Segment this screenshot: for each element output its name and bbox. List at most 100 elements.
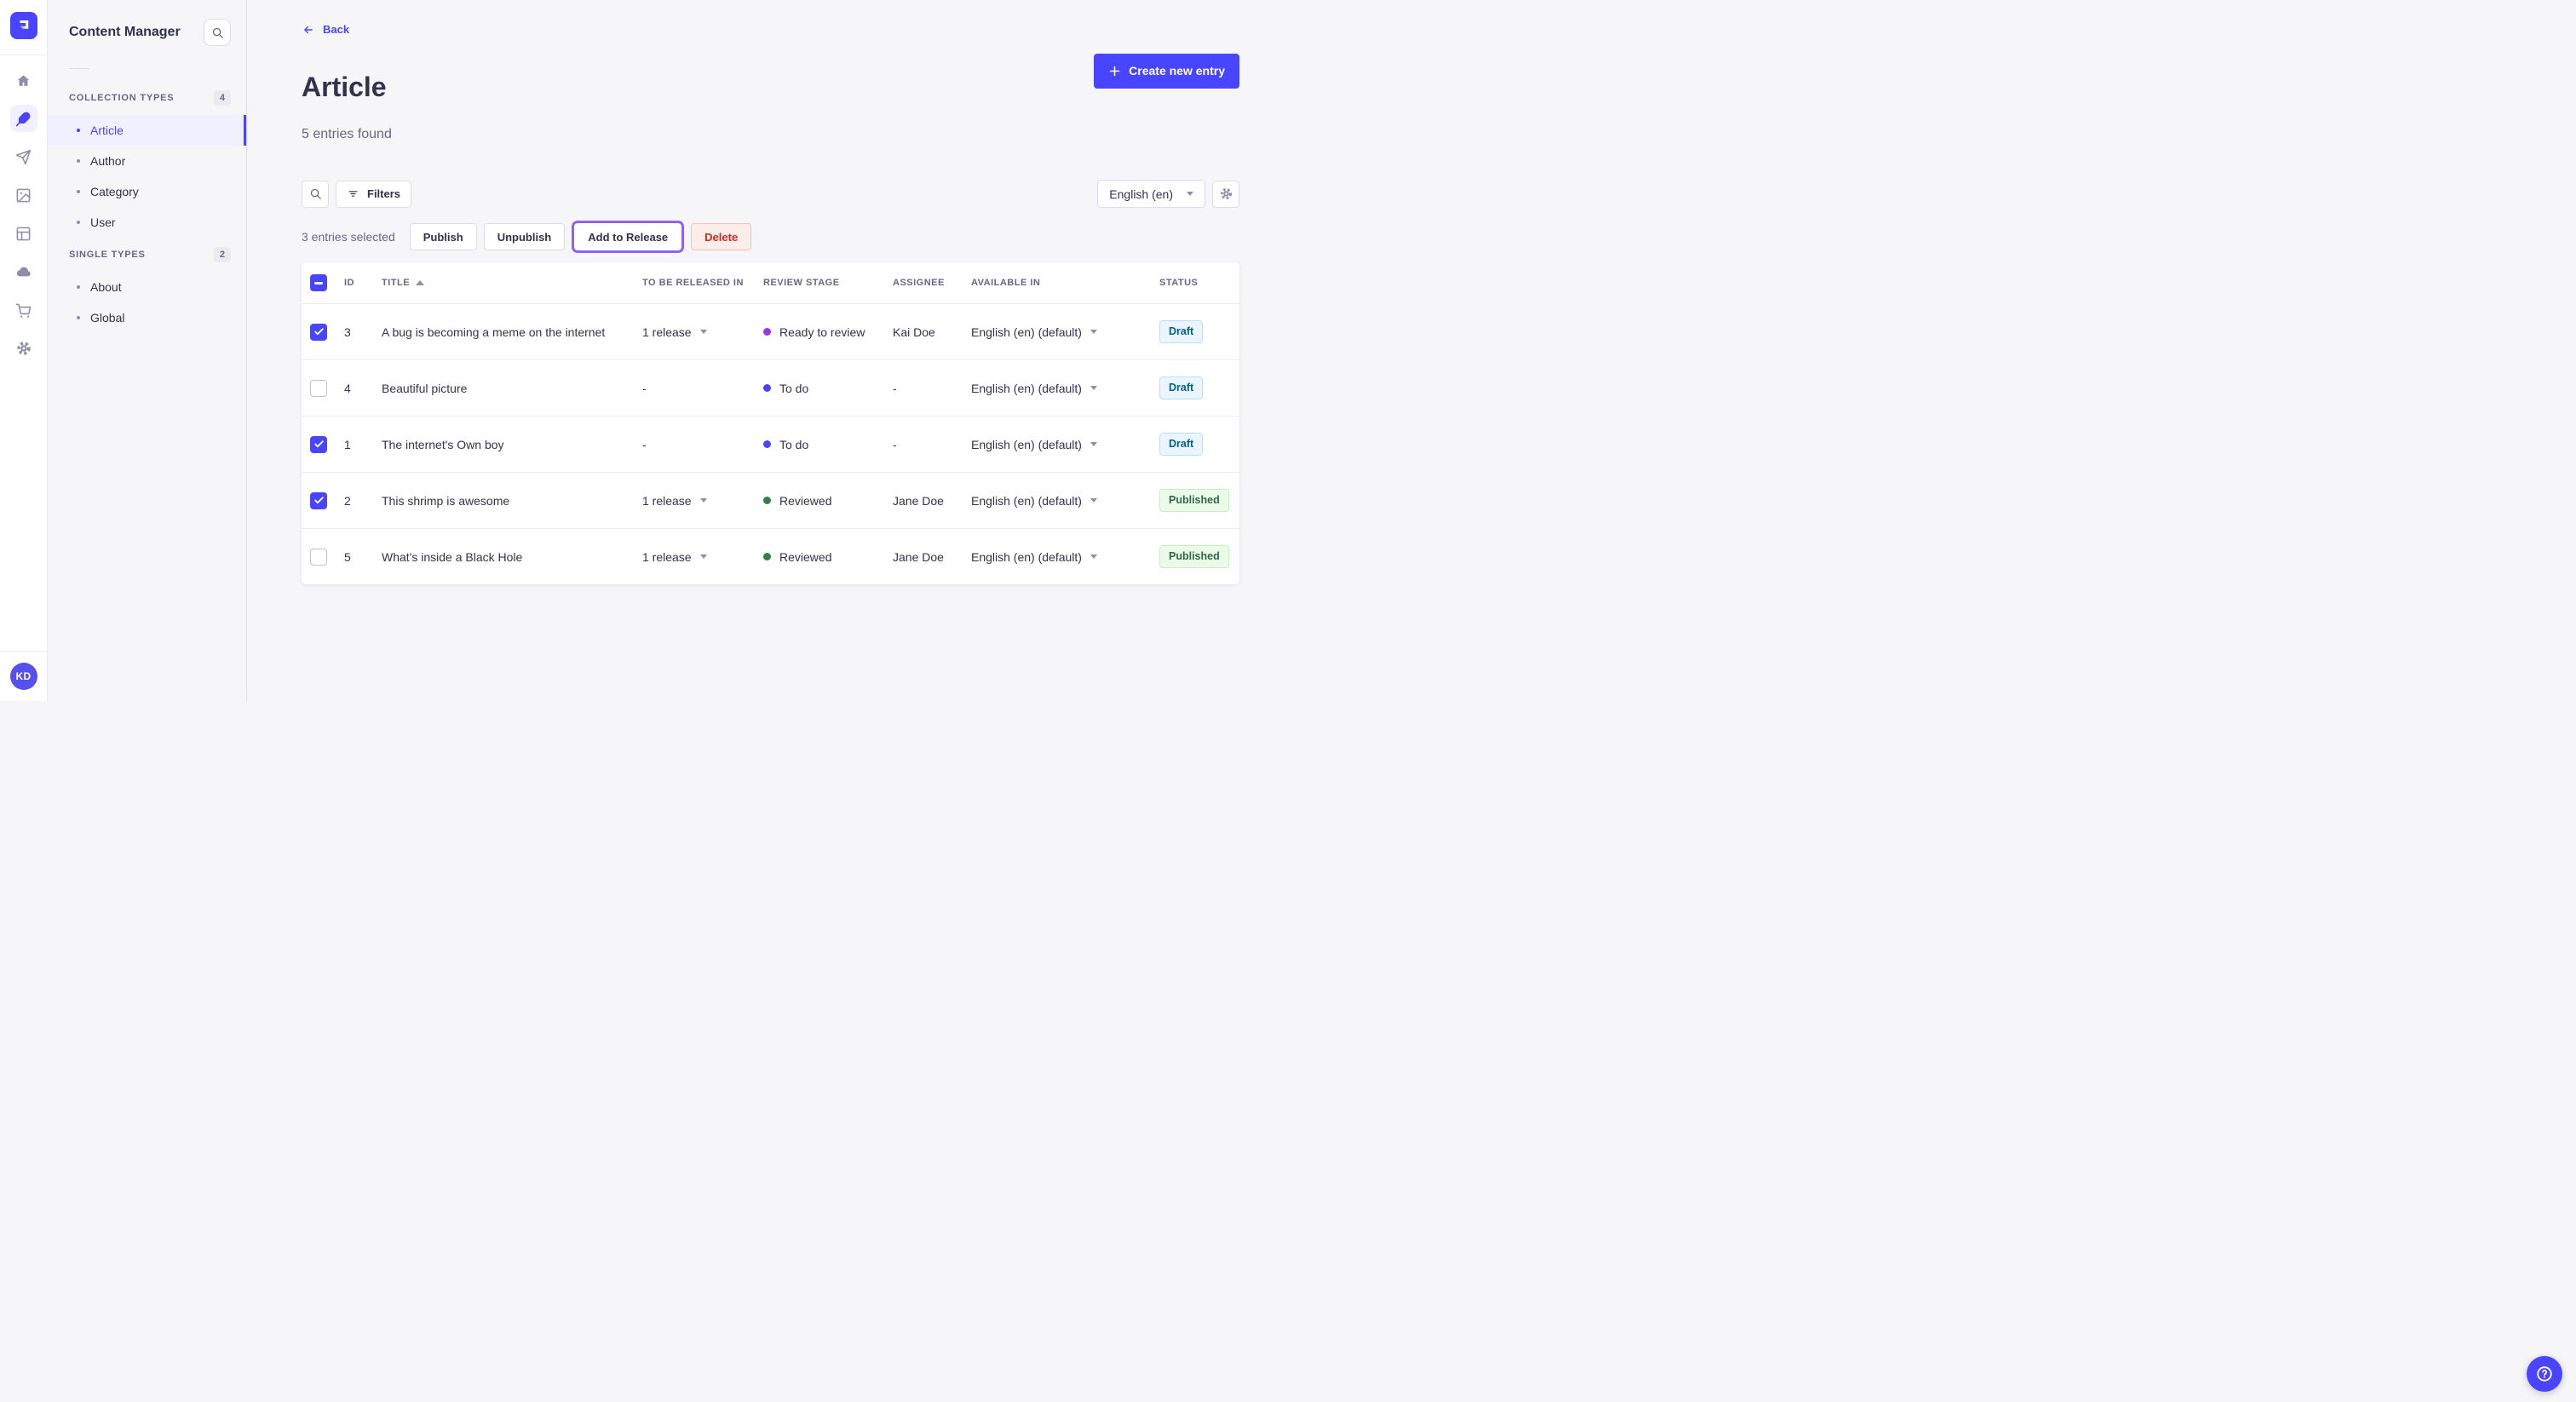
cell-status: Published (1159, 489, 1239, 513)
cell-status: Draft (1159, 376, 1239, 400)
cell-available-in[interactable]: English (en) (default) (971, 325, 1159, 339)
row-checkbox[interactable] (310, 435, 327, 453)
select-all-checkbox[interactable] (310, 274, 327, 292)
sidebar-section-header[interactable]: COLLECTION TYPES 4 (69, 81, 231, 115)
sidebar-item-user[interactable]: User (48, 207, 246, 238)
sidebar-section-count-badge: 2 (213, 247, 231, 262)
cell-release[interactable]: 1 release (642, 550, 763, 564)
stage-dot-icon (763, 440, 771, 449)
sidebar-section: SINGLE TYPES 2 About Global (69, 238, 231, 333)
chevron-down-icon (699, 330, 707, 335)
table-header-row: ID TITLE TO BE RELEASED IN REVIEW STAGE … (302, 262, 1239, 303)
cell-available-in[interactable]: English (en) (default) (971, 494, 1159, 508)
sidebar-item-label: User (90, 215, 116, 229)
stage-dot-icon (763, 384, 771, 393)
sidebar-section-header[interactable]: SINGLE TYPES 2 (69, 238, 231, 272)
cell-title[interactable]: The internet's Own boy (382, 438, 642, 451)
sidebar-item-global[interactable]: Global (48, 302, 246, 333)
deploy-icon[interactable] (10, 258, 37, 285)
bullet-icon (77, 129, 80, 132)
table-row: 2 This shrimp is awesome 1 release Reviewed… (302, 472, 1239, 528)
row-checkbox[interactable] (310, 548, 327, 566)
list-settings-button[interactable] (1212, 180, 1239, 208)
cell-release[interactable]: 1 release (642, 494, 763, 508)
sidebar-title: Content Manager (69, 25, 181, 39)
bullet-icon (77, 159, 80, 163)
gear-icon (1220, 188, 1232, 200)
publish-button[interactable]: Publish (409, 223, 477, 251)
sidebar-section-count-badge: 4 (213, 90, 231, 106)
bullet-icon (77, 190, 80, 193)
strapi-logo[interactable] (9, 12, 37, 39)
add-to-release-button[interactable]: Add to Release (574, 223, 682, 251)
create-new-entry-button[interactable]: Create new entry (1094, 53, 1239, 89)
sidebar-item-category[interactable]: Category (48, 176, 246, 207)
sort-ascending-icon (416, 280, 425, 286)
unpublish-button[interactable]: Unpublish (483, 223, 566, 251)
stage-label: Ready to review (779, 325, 865, 339)
release-value: - (642, 381, 647, 395)
filters-button[interactable]: Filters (336, 180, 412, 208)
marketplace-icon[interactable] (10, 296, 37, 324)
cell-title[interactable]: A bug is becoming a meme on the internet (382, 325, 642, 339)
cell-available-in[interactable]: English (en) (default) (971, 382, 1159, 395)
stage-label: Reviewed (779, 549, 832, 564)
cell-title[interactable]: What's inside a Black Hole (382, 550, 642, 564)
entries-count-subtitle: 5 entries found (302, 127, 392, 142)
cell-release: - (642, 438, 763, 451)
cell-id: 1 (344, 437, 351, 451)
cell-available-in[interactable]: English (en) (default) (971, 438, 1159, 451)
cell-assignee: Jane Doe (893, 549, 944, 564)
selection-count-text: 3 entries selected (302, 230, 395, 244)
help-button[interactable] (2527, 1356, 2562, 1392)
media-library-icon[interactable] (10, 181, 37, 209)
settings-icon[interactable] (10, 335, 37, 362)
releases-icon[interactable] (10, 143, 37, 170)
sidebar-search-button[interactable] (204, 19, 231, 46)
back-link[interactable]: Back (302, 23, 349, 36)
filters-label: Filters (367, 187, 401, 201)
chevron-down-icon (699, 498, 707, 503)
bullet-icon (77, 285, 80, 289)
status-badge: Published (1159, 545, 1229, 569)
sidebar-item-about[interactable]: About (48, 272, 246, 302)
chevron-down-icon (1090, 330, 1097, 335)
plus-icon (1109, 66, 1120, 76)
locale-value: English (en) (default) (971, 437, 1082, 451)
cell-available-in[interactable]: English (en) (default) (971, 550, 1159, 564)
cell-id: 5 (344, 549, 351, 564)
sidebar-section-label: COLLECTION TYPES (69, 93, 175, 103)
row-checkbox[interactable] (310, 491, 327, 509)
delete-button[interactable]: Delete (691, 223, 752, 251)
search-entries-button[interactable] (302, 180, 329, 208)
locale-value: English (en) (1109, 187, 1173, 201)
release-value: 1 release (642, 325, 692, 339)
stage-dot-icon (763, 328, 771, 336)
rail-bottom: KD (0, 651, 47, 701)
content-manager-icon[interactable] (9, 105, 37, 132)
home-icon[interactable] (10, 66, 37, 94)
content-manager-sidebar: Content Manager COLLECTION TYPES 4 Article… (48, 0, 247, 701)
row-checkbox[interactable] (310, 323, 327, 341)
page-title: Article (302, 71, 387, 102)
cell-assignee: Jane Doe (893, 493, 944, 508)
content-type-builder-icon[interactable] (10, 220, 37, 247)
sidebar-item-article[interactable]: Article (48, 115, 246, 146)
cell-title[interactable]: This shrimp is awesome (382, 494, 642, 508)
cell-id: 2 (344, 493, 351, 508)
locale-select[interactable]: English (en) (1097, 180, 1205, 209)
sidebar-item-label: About (90, 280, 122, 294)
cell-release[interactable]: 1 release (642, 325, 763, 339)
locale-value: English (en) (default) (971, 549, 1082, 564)
cell-assignee: Kai Doe (893, 325, 935, 339)
table-row: 5 What's inside a Black Hole 1 release Revi… (302, 528, 1239, 584)
status-badge: Draft (1159, 433, 1204, 457)
sidebar-section-label: SINGLE TYPES (69, 250, 146, 260)
cell-title[interactable]: Beautiful picture (382, 382, 642, 395)
status-badge: Draft (1159, 320, 1204, 344)
column-header-title[interactable]: TITLE (382, 278, 642, 288)
row-checkbox[interactable] (310, 379, 327, 397)
table-row: 1 The internet's Own boy - To do - English (e… (302, 416, 1239, 472)
user-avatar[interactable]: KD (9, 663, 37, 690)
sidebar-item-author[interactable]: Author (48, 146, 246, 176)
